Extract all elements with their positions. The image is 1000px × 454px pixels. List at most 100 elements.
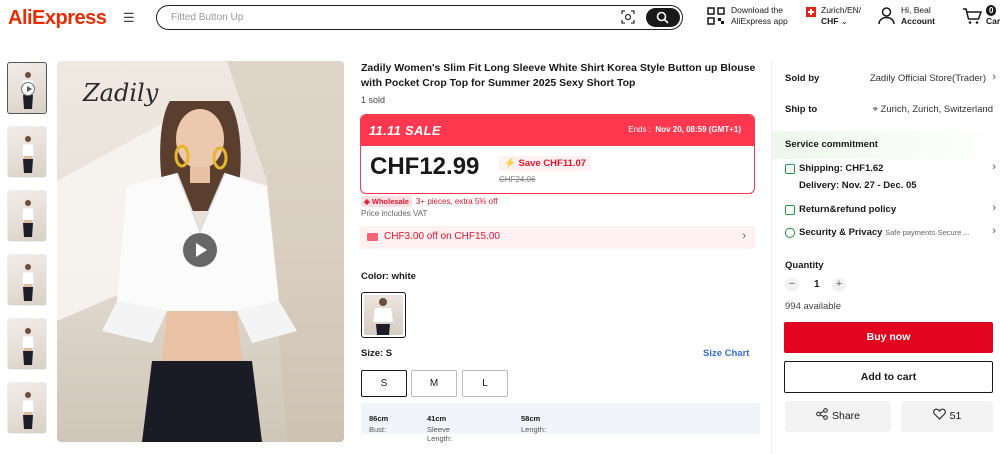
download-line2: AliExpress app bbox=[731, 16, 788, 26]
sold-by-label: Sold by bbox=[785, 73, 819, 84]
wishlist-count: 51 bbox=[949, 410, 962, 422]
save-badge: ⚡ Save CHF11.07 bbox=[499, 156, 592, 171]
stock-available: 994 available bbox=[785, 301, 841, 312]
ship-to-location[interactable]: ⌖ Zurich, Zurich, Switzerland bbox=[873, 104, 993, 115]
refund-policy-text: Return&refund policy bbox=[799, 204, 897, 215]
thumbnail-video[interactable] bbox=[7, 62, 47, 114]
sale-end-time: Ends : Nov 20, 08:59 (GMT+1) bbox=[628, 125, 741, 134]
chevron-right-icon: › bbox=[992, 161, 996, 173]
shipping-cost[interactable]: Shipping: CHF1.62 bbox=[799, 163, 883, 174]
swiss-flag-icon bbox=[806, 6, 816, 17]
original-price: CHF24.06 bbox=[499, 175, 536, 184]
download-app[interactable]: Download the AliExpress app bbox=[707, 5, 788, 27]
image-search-icon[interactable] bbox=[621, 10, 635, 24]
wishlist-button[interactable]: 51 bbox=[901, 401, 993, 432]
quantity-decrease-button[interactable]: − bbox=[785, 278, 799, 292]
tag-icon: ◈ bbox=[364, 197, 370, 206]
chevron-right-icon: › bbox=[992, 71, 996, 83]
ship-to-label-text: Ship to bbox=[785, 104, 818, 115]
greeting: Hi, Beal bbox=[901, 5, 931, 15]
model-figure bbox=[21, 392, 35, 429]
wholesale-badge-label: Wholesale bbox=[371, 197, 409, 206]
length-measure: Length: 58cm bbox=[521, 414, 546, 434]
account-label: Account bbox=[901, 16, 935, 26]
wholesale-text: 3+ pieces, extra 5% off bbox=[415, 197, 498, 206]
thumbnail-3[interactable] bbox=[7, 190, 47, 242]
bust-value: 86cm bbox=[369, 414, 389, 423]
truck-icon bbox=[785, 164, 795, 174]
aliexpress-logo[interactable]: AliExpress bbox=[8, 7, 107, 30]
share-button[interactable]: Share bbox=[785, 401, 891, 432]
cart-link[interactable]: 0 Cart bbox=[962, 5, 1000, 27]
coupon-row[interactable]: CHF3.00 off on CHF15.00 › bbox=[360, 226, 755, 249]
ends-value: Nov 20, 08:59 (GMT+1) bbox=[655, 125, 741, 134]
menu-icon[interactable]: ☰ bbox=[123, 10, 135, 26]
color-label: Color: white bbox=[361, 271, 416, 282]
thumbnail-6[interactable] bbox=[7, 382, 47, 434]
model-figure bbox=[21, 328, 35, 365]
location-pin-icon: ⌖ bbox=[872, 104, 878, 115]
play-video-button[interactable] bbox=[183, 233, 217, 267]
ship-to-label: Ship to bbox=[785, 104, 817, 115]
buy-now-button[interactable]: Buy now bbox=[784, 322, 993, 353]
play-icon bbox=[21, 82, 35, 96]
size-option-l[interactable]: L bbox=[462, 370, 508, 397]
quantity-increase-button[interactable]: + bbox=[832, 278, 846, 292]
thumbnail-5[interactable] bbox=[7, 318, 47, 370]
wholesale-badge: ◈ Wholesale bbox=[361, 196, 412, 207]
main-product-image[interactable]: Zadily bbox=[57, 61, 344, 442]
coupon-icon bbox=[367, 233, 378, 241]
share-label: Share bbox=[831, 410, 861, 422]
refund-icon bbox=[785, 205, 795, 215]
search-button[interactable] bbox=[646, 8, 680, 27]
cart-label: Cart bbox=[986, 16, 1000, 26]
color-swatch-white[interactable] bbox=[361, 292, 406, 338]
length-label: Length: bbox=[521, 425, 547, 434]
model-figure bbox=[21, 200, 35, 237]
thumbnail-2[interactable] bbox=[7, 126, 47, 178]
service-commitment: Service commitment bbox=[772, 131, 1000, 159]
security-subtext: Safe payments·Secure ... bbox=[885, 228, 970, 237]
account-menu[interactable]: Hi, Beal Account bbox=[878, 5, 935, 27]
cart-icon bbox=[963, 8, 982, 24]
shield-icon bbox=[785, 228, 795, 238]
store-link[interactable]: Zadily Official Store(Trader) bbox=[870, 73, 986, 84]
refund-policy[interactable]: Return&refund policy bbox=[799, 204, 896, 215]
size-option-m[interactable]: M bbox=[411, 370, 457, 397]
user-icon bbox=[878, 7, 895, 25]
ship-to-value: Zurich, Zurich, Switzerland bbox=[880, 104, 993, 115]
purchase-panel: Sold by Zadily Official Store(Trader) › … bbox=[771, 61, 1000, 454]
add-to-cart-button[interactable]: Add to cart bbox=[784, 361, 993, 393]
quantity-value[interactable]: 1 bbox=[814, 279, 820, 290]
cart-count: 0 bbox=[986, 5, 997, 16]
brand-watermark: Zadily bbox=[83, 79, 159, 107]
search-input[interactable] bbox=[171, 9, 601, 26]
search-bar bbox=[156, 5, 683, 30]
bust-measure: Bust: 86cm bbox=[369, 414, 389, 434]
search-icon bbox=[656, 11, 669, 24]
sleeve-measure: Sleeve Length: 41cm bbox=[427, 414, 452, 443]
coupon-text: CHF3.00 off on CHF15.00 bbox=[384, 231, 500, 242]
locale-selector[interactable]: Zurich/EN/ CHF ⌄ bbox=[806, 5, 861, 27]
security-privacy[interactable]: Security & Privacy Safe payments·Secure … bbox=[799, 227, 970, 238]
size-measurements: Bust: 86cm Sleeve Length: 41cm Length: 5… bbox=[361, 403, 760, 443]
sale-label: 11.11 SALE bbox=[369, 123, 441, 138]
size-chart-link[interactable]: Size Chart bbox=[703, 348, 749, 359]
size-label: Size: S bbox=[361, 348, 393, 359]
chevron-down-icon: ⌄ bbox=[840, 16, 848, 26]
thumbnail-list bbox=[7, 62, 47, 446]
thumbnail-4[interactable] bbox=[7, 254, 47, 306]
top-header: AliExpress ☰ Download the AliExpress app bbox=[0, 0, 1000, 36]
download-line1: Download the bbox=[731, 5, 783, 15]
sold-count: 1 sold bbox=[361, 95, 386, 105]
shipping-cost-text: Shipping: CHF1.62 bbox=[799, 163, 884, 174]
size-option-s[interactable]: S bbox=[361, 370, 407, 397]
qr-code-icon bbox=[707, 7, 725, 25]
chevron-right-icon: › bbox=[742, 230, 746, 242]
chevron-right-icon: › bbox=[992, 225, 996, 237]
sleeve-label: Sleeve Length: bbox=[427, 425, 453, 443]
sale-banner: 11.11 SALE Ends : Nov 20, 08:59 (GMT+1) bbox=[361, 115, 754, 146]
vat-note: Price includes VAT bbox=[361, 209, 428, 218]
current-price: CHF12.99 bbox=[370, 153, 480, 180]
save-amount: Save CHF11.07 bbox=[518, 158, 587, 169]
